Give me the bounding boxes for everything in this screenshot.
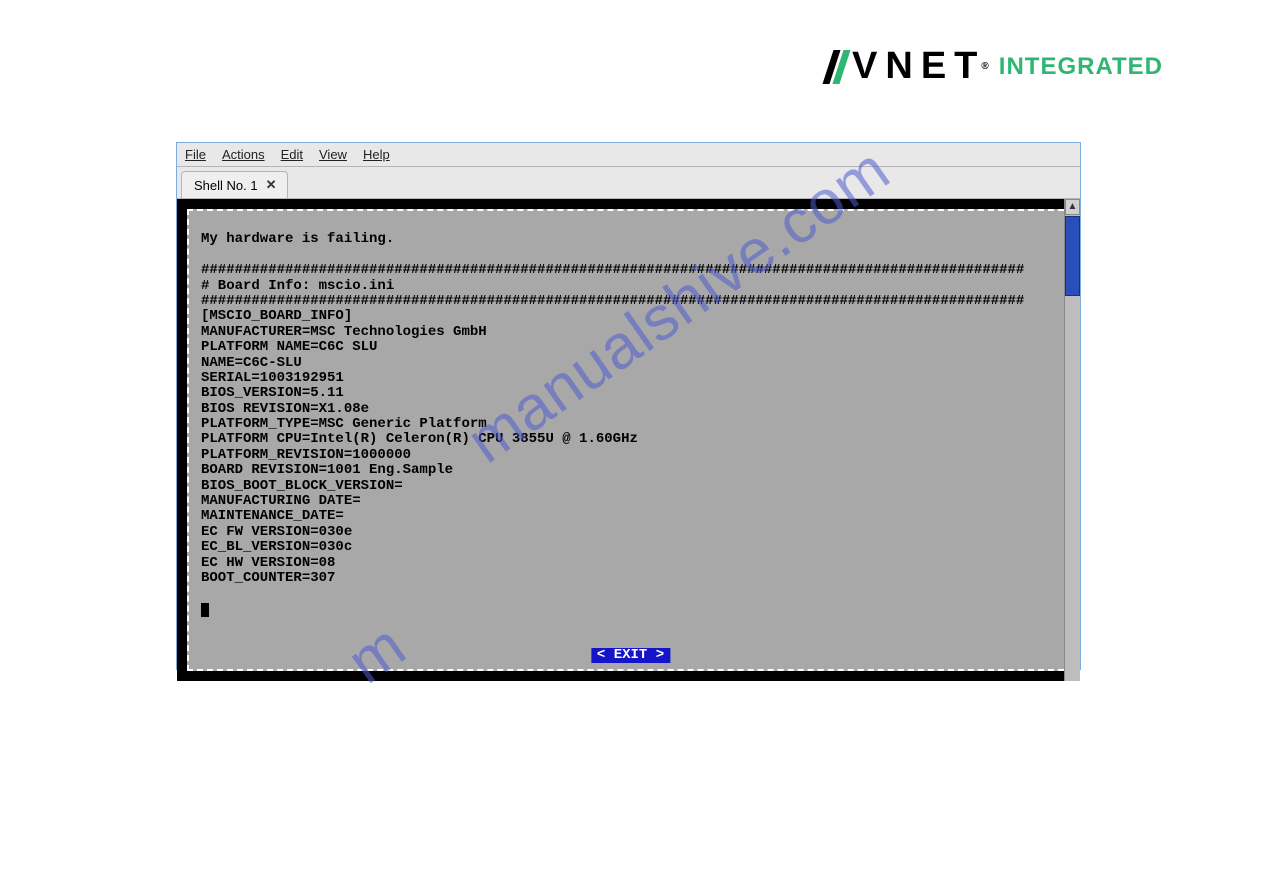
terminal-pane[interactable]: My hardware is failing. ################… bbox=[187, 209, 1074, 671]
line-manufacturing-date: MANUFACTURING DATE= bbox=[201, 493, 361, 509]
line-manufacturer: MANUFACTURER=MSC Technologies GmbH bbox=[201, 324, 487, 340]
tab-label: Shell No. 1 bbox=[194, 178, 258, 193]
line-platform-revision: PLATFORM_REVISION=1000000 bbox=[201, 447, 411, 463]
integrated-text: INTEGRATED bbox=[999, 53, 1163, 81]
line-serial: SERIAL=1003192951 bbox=[201, 370, 344, 386]
line-platform-type: PLATFORM_TYPE=MSC Generic Platform bbox=[201, 416, 487, 432]
close-icon[interactable]: ✕ bbox=[266, 177, 277, 193]
line-rule-1: ########################################… bbox=[201, 262, 1024, 278]
menu-help[interactable]: Help bbox=[363, 147, 390, 162]
line-name: NAME=C6C-SLU bbox=[201, 355, 302, 371]
scroll-up-icon[interactable]: ▲ bbox=[1065, 199, 1080, 215]
tabbar: Shell No. 1 ✕ bbox=[177, 167, 1080, 199]
menu-edit[interactable]: Edit bbox=[281, 147, 303, 162]
line-comment: # Board Info: mscio.ini bbox=[201, 278, 394, 294]
line-boot-counter: BOOT_COUNTER=307 bbox=[201, 570, 335, 586]
terminal-window: File Actions Edit View Help Shell No. 1 … bbox=[176, 142, 1081, 670]
line-rule-2: ########################################… bbox=[201, 293, 1024, 309]
terminal-content: My hardware is failing. ################… bbox=[201, 232, 1060, 617]
menu-file[interactable]: File bbox=[185, 147, 206, 162]
cursor-icon bbox=[201, 603, 209, 617]
line-platform-name: PLATFORM NAME=C6C SLU bbox=[201, 339, 377, 355]
line-ec-fw: EC FW VERSION=030e bbox=[201, 524, 352, 540]
menu-view[interactable]: View bbox=[319, 147, 347, 162]
menu-actions[interactable]: Actions bbox=[222, 147, 265, 162]
exit-button[interactable]: < EXIT > bbox=[591, 648, 670, 663]
menubar: File Actions Edit View Help bbox=[177, 143, 1080, 167]
avnet-wordmark: VNET ® bbox=[826, 45, 989, 88]
scrollbar[interactable]: ▲ bbox=[1064, 199, 1080, 681]
scroll-thumb[interactable] bbox=[1065, 216, 1080, 296]
line-bios-version: BIOS_VERSION=5.11 bbox=[201, 385, 344, 401]
line-platform-cpu: PLATFORM CPU=Intel(R) Celeron(R) CPU 385… bbox=[201, 431, 638, 447]
line-ec-bl: EC_BL_VERSION=030c bbox=[201, 539, 352, 555]
line-maintenance-date: MAINTENANCE_DATE= bbox=[201, 508, 344, 524]
line-ec-hw: EC HW VERSION=08 bbox=[201, 555, 335, 571]
line-bios-revision: BIOS REVISION=X1.08e bbox=[201, 401, 369, 417]
tab-shell-1[interactable]: Shell No. 1 ✕ bbox=[181, 171, 288, 198]
line-bios-boot-block: BIOS_BOOT_BLOCK_VERSION= bbox=[201, 478, 403, 494]
line-title: My hardware is failing. bbox=[201, 231, 394, 247]
avnet-slash-icon bbox=[826, 50, 848, 84]
terminal-viewport: My hardware is failing. ################… bbox=[177, 199, 1080, 681]
brand-logo: VNET ® INTEGRATED bbox=[826, 45, 1163, 88]
registered-mark: ® bbox=[981, 61, 988, 72]
line-board-revision: BOARD REVISION=1001 Eng.Sample bbox=[201, 462, 453, 478]
line-section: [MSCIO_BOARD_INFO] bbox=[201, 308, 352, 324]
avnet-text: VNET bbox=[852, 45, 985, 88]
